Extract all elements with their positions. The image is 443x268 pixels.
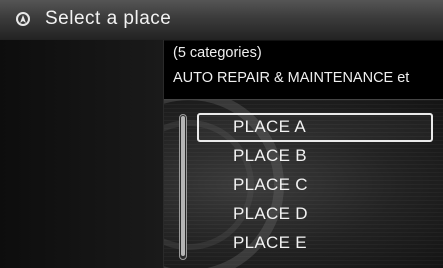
left-panel (0, 40, 163, 268)
navigation-icon (16, 12, 30, 26)
category-count: (5 categories) (173, 45, 262, 61)
list-item-label: PLACE D (233, 204, 308, 223)
list-item-label: PLACE A (233, 117, 306, 136)
list-item-label: PLACE C (233, 175, 308, 194)
place-select-screen: Select a place (5 categories) AUTO REPAI… (0, 0, 443, 268)
list-item-place-b[interactable]: PLACE B (197, 142, 433, 171)
list-item-place-e[interactable]: PLACE E (197, 229, 433, 258)
list-item-place-d[interactable]: PLACE D (197, 200, 433, 229)
scrollbar[interactable] (179, 114, 187, 260)
list-item-label: PLACE B (233, 146, 307, 165)
header-bar: Select a place (0, 0, 443, 41)
place-list: PLACE A PLACE B PLACE C PLACE D PLACE E (197, 113, 433, 258)
list-item-label: PLACE E (233, 233, 307, 252)
page-title: Select a place (45, 8, 172, 29)
list-item-place-a[interactable]: PLACE A (197, 113, 433, 142)
scrollbar-thumb[interactable] (181, 116, 185, 256)
list-item-place-c[interactable]: PLACE C (197, 171, 433, 200)
category-names: AUTO REPAIR & MAINTENANCE et (173, 70, 410, 86)
place-list-panel: PLACE A PLACE B PLACE C PLACE D PLACE E (164, 99, 443, 268)
